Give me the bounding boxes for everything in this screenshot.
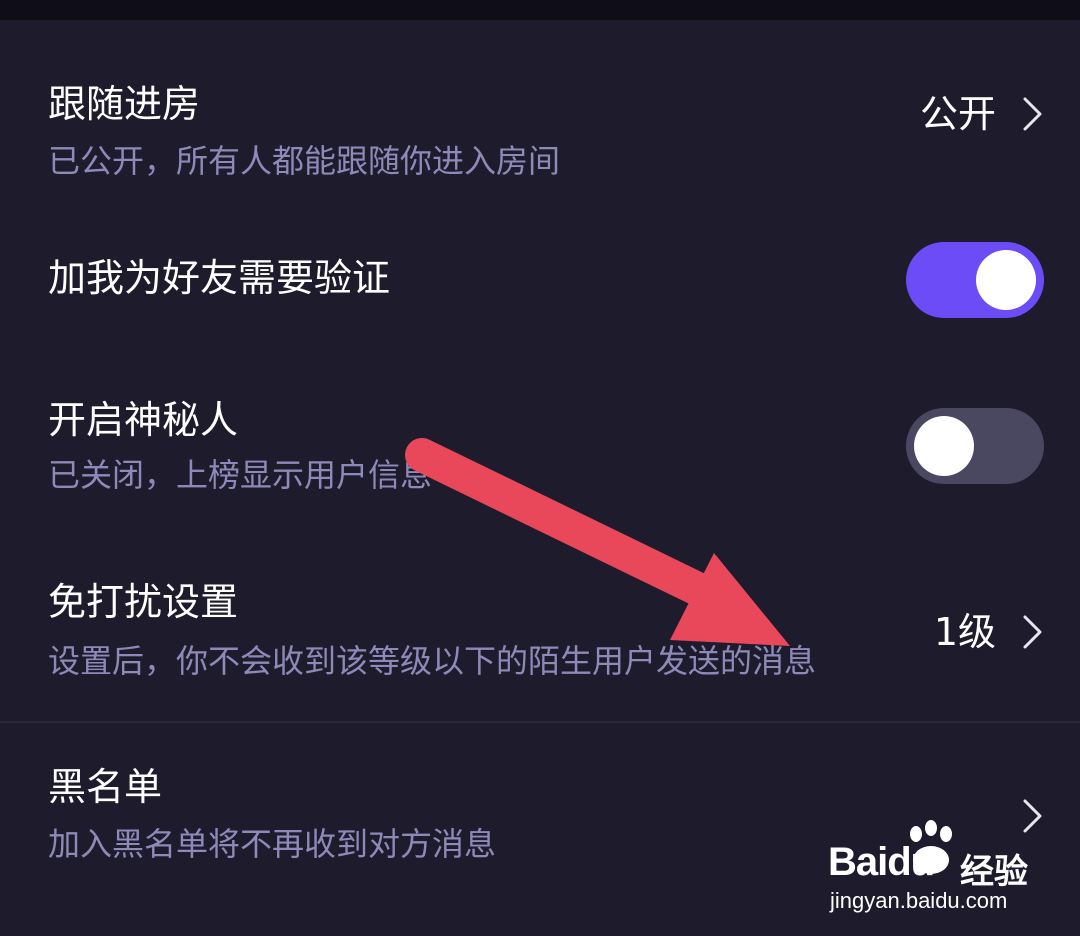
setting-mystery-person: 开启神秘人 已关闭，上榜显示用户信息 — [0, 370, 1080, 540]
watermark-url: jingyan.baidu.com — [830, 888, 1008, 913]
setting-title: 黑名单 — [48, 765, 163, 809]
setting-subtitle: 已公开，所有人都能跟随你进入房间 — [48, 142, 561, 180]
setting-do-not-disturb[interactable]: 免打扰设置 设置后，你不会收到该等级以下的陌生用户发送的消息 1级 — [0, 540, 1080, 722]
chevron-right-icon — [1023, 97, 1042, 131]
top-bar — [0, 0, 1080, 20]
watermark-product: 经验 — [960, 853, 1028, 891]
setting-value: 1级 — [933, 610, 996, 654]
setting-value: 公开 — [919, 92, 996, 136]
mystery-person-toggle[interactable] — [906, 408, 1044, 484]
setting-title: 开启神秘人 — [48, 398, 239, 442]
chevron-right-icon — [1023, 615, 1042, 649]
setting-friend-verify: 加我为好友需要验证 — [0, 210, 1080, 370]
toggle-knob — [914, 416, 974, 476]
setting-subtitle: 加入黑名单将不再收到对方消息 — [48, 825, 497, 863]
toggle-knob — [976, 250, 1036, 310]
setting-title: 加我为好友需要验证 — [48, 256, 391, 300]
setting-follow-room[interactable]: 跟随进房 已公开，所有人都能跟随你进入房间 公开 — [0, 20, 1080, 210]
baidu-paw-logo — [910, 820, 952, 874]
setting-subtitle: 已关闭，上榜显示用户信息 — [48, 456, 433, 494]
setting-subtitle: 设置后，你不会收到该等级以下的陌生用户发送的消息 — [48, 642, 817, 680]
setting-title: 免打扰设置 — [48, 580, 239, 624]
setting-title: 跟随进房 — [48, 82, 201, 126]
baidu-watermark: Baidu 经验 jingyan.baidu.com — [828, 820, 1058, 920]
friend-verify-toggle[interactable] — [906, 242, 1044, 318]
